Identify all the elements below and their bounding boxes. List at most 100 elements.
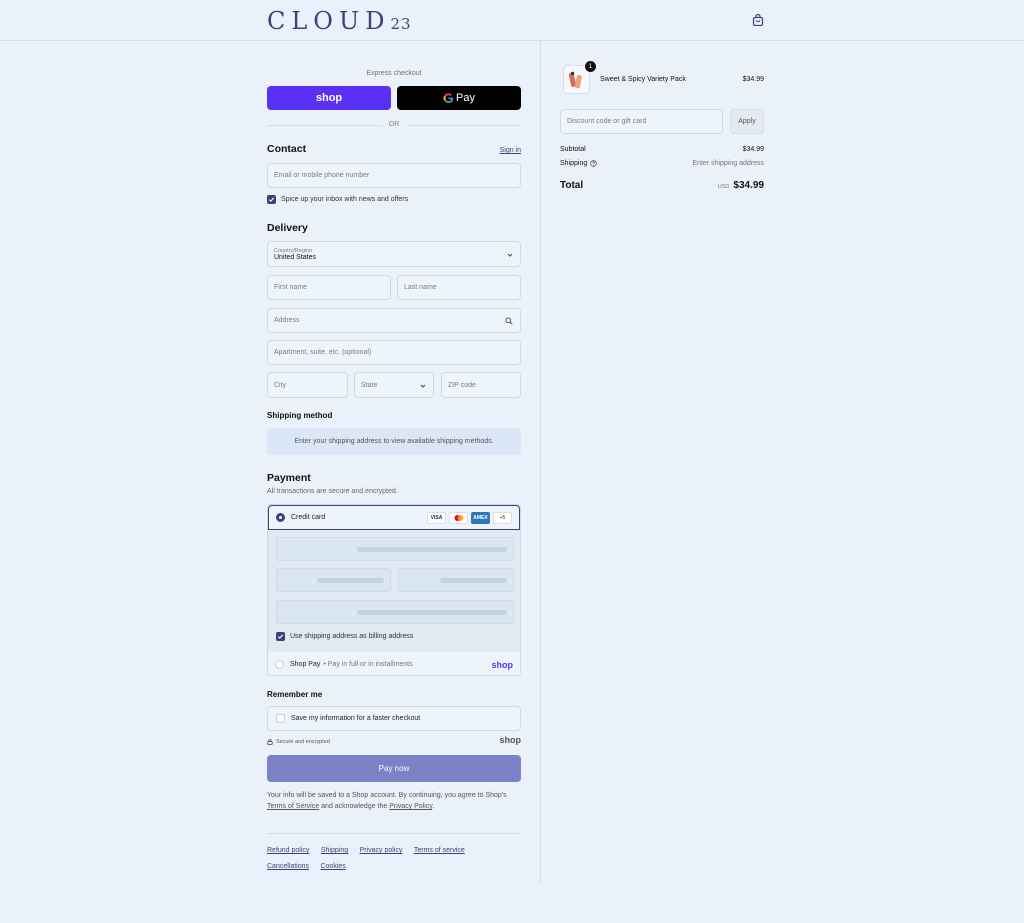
shopping-bag-icon[interactable] bbox=[752, 14, 764, 26]
more-cards-badge: +5 bbox=[493, 511, 512, 524]
country-value: United States bbox=[274, 253, 317, 261]
credit-card-radio[interactable] bbox=[276, 513, 285, 522]
shipping-method-info: Enter your shipping address to view avai… bbox=[267, 428, 521, 455]
lock-icon bbox=[267, 739, 273, 745]
footer-links: Refund policy Shipping Privacy policy Te… bbox=[267, 841, 521, 873]
billing-same-checkbox[interactable] bbox=[276, 632, 285, 641]
google-pay-button[interactable]: Pay bbox=[397, 86, 521, 110]
discount-code-field[interactable]: Discount code or gift card bbox=[560, 109, 723, 134]
newsletter-checkbox[interactable] bbox=[267, 195, 276, 204]
shop-pay-option[interactable]: Shop Pay • Pay in full or in installment… bbox=[268, 652, 520, 675]
total-label: Total bbox=[560, 180, 584, 191]
logo-sub-text: 23 bbox=[390, 15, 412, 33]
state-select[interactable]: State bbox=[354, 372, 434, 398]
terms-of-service-link[interactable]: Terms of Service bbox=[267, 803, 319, 810]
cookies-link[interactable]: Cookies bbox=[320, 863, 345, 870]
header: CLOUD23 bbox=[0, 0, 1024, 41]
shipping-label: Shipping bbox=[560, 160, 588, 167]
total-value: $34.99 bbox=[733, 180, 764, 191]
shipping-value: Enter shipping address bbox=[692, 160, 764, 167]
subtotal-value: $34.99 bbox=[742, 146, 764, 153]
product-image bbox=[568, 71, 582, 89]
chevron-down-icon bbox=[507, 253, 513, 257]
newsletter-label: Spice up your inbox with news and offers bbox=[281, 196, 409, 203]
shop-pay-radio[interactable] bbox=[275, 660, 284, 669]
delivery-heading: Delivery bbox=[267, 222, 308, 234]
shop-logo-secure: shop bbox=[499, 735, 522, 745]
quantity-badge: 1 bbox=[585, 61, 596, 72]
card-fields-loading: Use shipping address as billing address bbox=[268, 530, 520, 652]
address-placeholder: Address bbox=[274, 317, 300, 324]
contact-heading: Contact bbox=[267, 143, 307, 155]
apartment-field[interactable]: Apartment, suite, etc. (optional) bbox=[267, 340, 521, 365]
secure-label: Secure and encrypted bbox=[276, 739, 330, 745]
credit-card-option[interactable]: Credit card VISA AMEX +5 bbox=[268, 505, 520, 530]
mastercard-icon bbox=[449, 511, 468, 524]
country-select[interactable]: Country/Region United States bbox=[267, 241, 521, 267]
email-field[interactable]: Email or mobile phone number bbox=[267, 163, 521, 188]
shop-pay-label: Shop Pay bbox=[290, 661, 321, 668]
shop-pay-express-button[interactable]: shop bbox=[267, 86, 391, 110]
apply-button[interactable]: Apply bbox=[730, 109, 764, 134]
footer-divider bbox=[267, 833, 521, 834]
cancellations-link[interactable]: Cancellations bbox=[267, 863, 309, 870]
shipping-method-heading: Shipping method bbox=[267, 411, 333, 420]
legal-text-1: Your info will be saved to a Shop accoun… bbox=[267, 792, 507, 799]
card-badges: VISA AMEX +5 bbox=[427, 511, 512, 524]
google-pay-label: Pay bbox=[456, 92, 475, 104]
expiry-skeleton bbox=[276, 568, 391, 592]
refund-policy-link[interactable]: Refund policy bbox=[267, 847, 309, 854]
visa-icon: VISA bbox=[427, 511, 446, 524]
subtotal-label: Subtotal bbox=[560, 146, 586, 153]
check-icon bbox=[268, 197, 275, 202]
name-on-card-skeleton bbox=[276, 600, 514, 624]
column-divider bbox=[540, 41, 541, 883]
last-name-field[interactable]: Last name bbox=[397, 275, 521, 300]
address-field[interactable]: Address bbox=[267, 308, 521, 333]
state-placeholder: State bbox=[361, 381, 378, 389]
shipping-row: Shipping bbox=[560, 160, 598, 167]
privacy-policy-footer-link[interactable]: Privacy policy bbox=[360, 847, 403, 854]
secure-row: Secure and encrypted bbox=[267, 739, 330, 745]
credit-card-label: Credit card bbox=[291, 514, 326, 521]
store-logo[interactable]: CLOUD23 bbox=[267, 7, 412, 35]
cvv-skeleton bbox=[398, 568, 514, 592]
legal-text-end: . bbox=[432, 803, 435, 810]
total-row: USD $34.99 bbox=[718, 180, 764, 191]
terms-of-service-footer-link[interactable]: Terms of service bbox=[414, 847, 465, 854]
search-icon bbox=[505, 317, 513, 325]
pay-now-button[interactable]: Pay now bbox=[267, 755, 521, 782]
billing-same-label: Use shipping address as billing address bbox=[290, 633, 414, 640]
save-info-checkbox[interactable] bbox=[276, 714, 285, 723]
product-name: Sweet & Spicy Variety Pack bbox=[600, 76, 686, 83]
chevron-down-icon bbox=[420, 384, 426, 388]
amex-icon: AMEX bbox=[471, 511, 490, 524]
sign-in-link[interactable]: Sign in bbox=[500, 147, 521, 154]
payment-heading: Payment bbox=[267, 472, 311, 484]
zip-field[interactable]: ZIP code bbox=[441, 372, 521, 398]
shop-pay-sub: • Pay in full or in installments bbox=[323, 661, 413, 668]
shop-logo: shop bbox=[491, 659, 514, 670]
or-divider: OR bbox=[267, 120, 521, 130]
save-info-option[interactable]: Save my information for a faster checkou… bbox=[267, 706, 521, 731]
google-g-icon bbox=[443, 92, 454, 103]
city-field[interactable]: City bbox=[267, 372, 348, 398]
first-name-field[interactable]: First name bbox=[267, 275, 391, 300]
check-icon bbox=[277, 634, 284, 639]
remember-me-heading: Remember me bbox=[267, 690, 323, 699]
newsletter-row[interactable]: Spice up your inbox with news and offers bbox=[267, 195, 408, 204]
currency-code: USD bbox=[717, 184, 730, 190]
legal-text-2: and acknowledge the bbox=[321, 803, 388, 810]
payment-subtitle: All transactions are secure and encrypte… bbox=[267, 488, 398, 495]
help-icon[interactable] bbox=[590, 160, 598, 167]
card-number-skeleton bbox=[276, 537, 514, 561]
privacy-policy-link[interactable]: Privacy Policy bbox=[389, 803, 432, 810]
express-checkout-label: Express checkout bbox=[366, 70, 422, 77]
save-info-label: Save my information for a faster checkou… bbox=[291, 715, 421, 722]
payment-methods: Credit card VISA AMEX +5 Use shipping ad… bbox=[267, 504, 521, 676]
shipping-link[interactable]: Shipping bbox=[321, 847, 348, 854]
legal-text: Your info will be saved to a Shop accoun… bbox=[267, 790, 521, 812]
logo-main-text: CLOUD bbox=[267, 7, 391, 35]
product-price: $34.99 bbox=[742, 76, 764, 83]
billing-same-row[interactable]: Use shipping address as billing address bbox=[276, 632, 413, 641]
